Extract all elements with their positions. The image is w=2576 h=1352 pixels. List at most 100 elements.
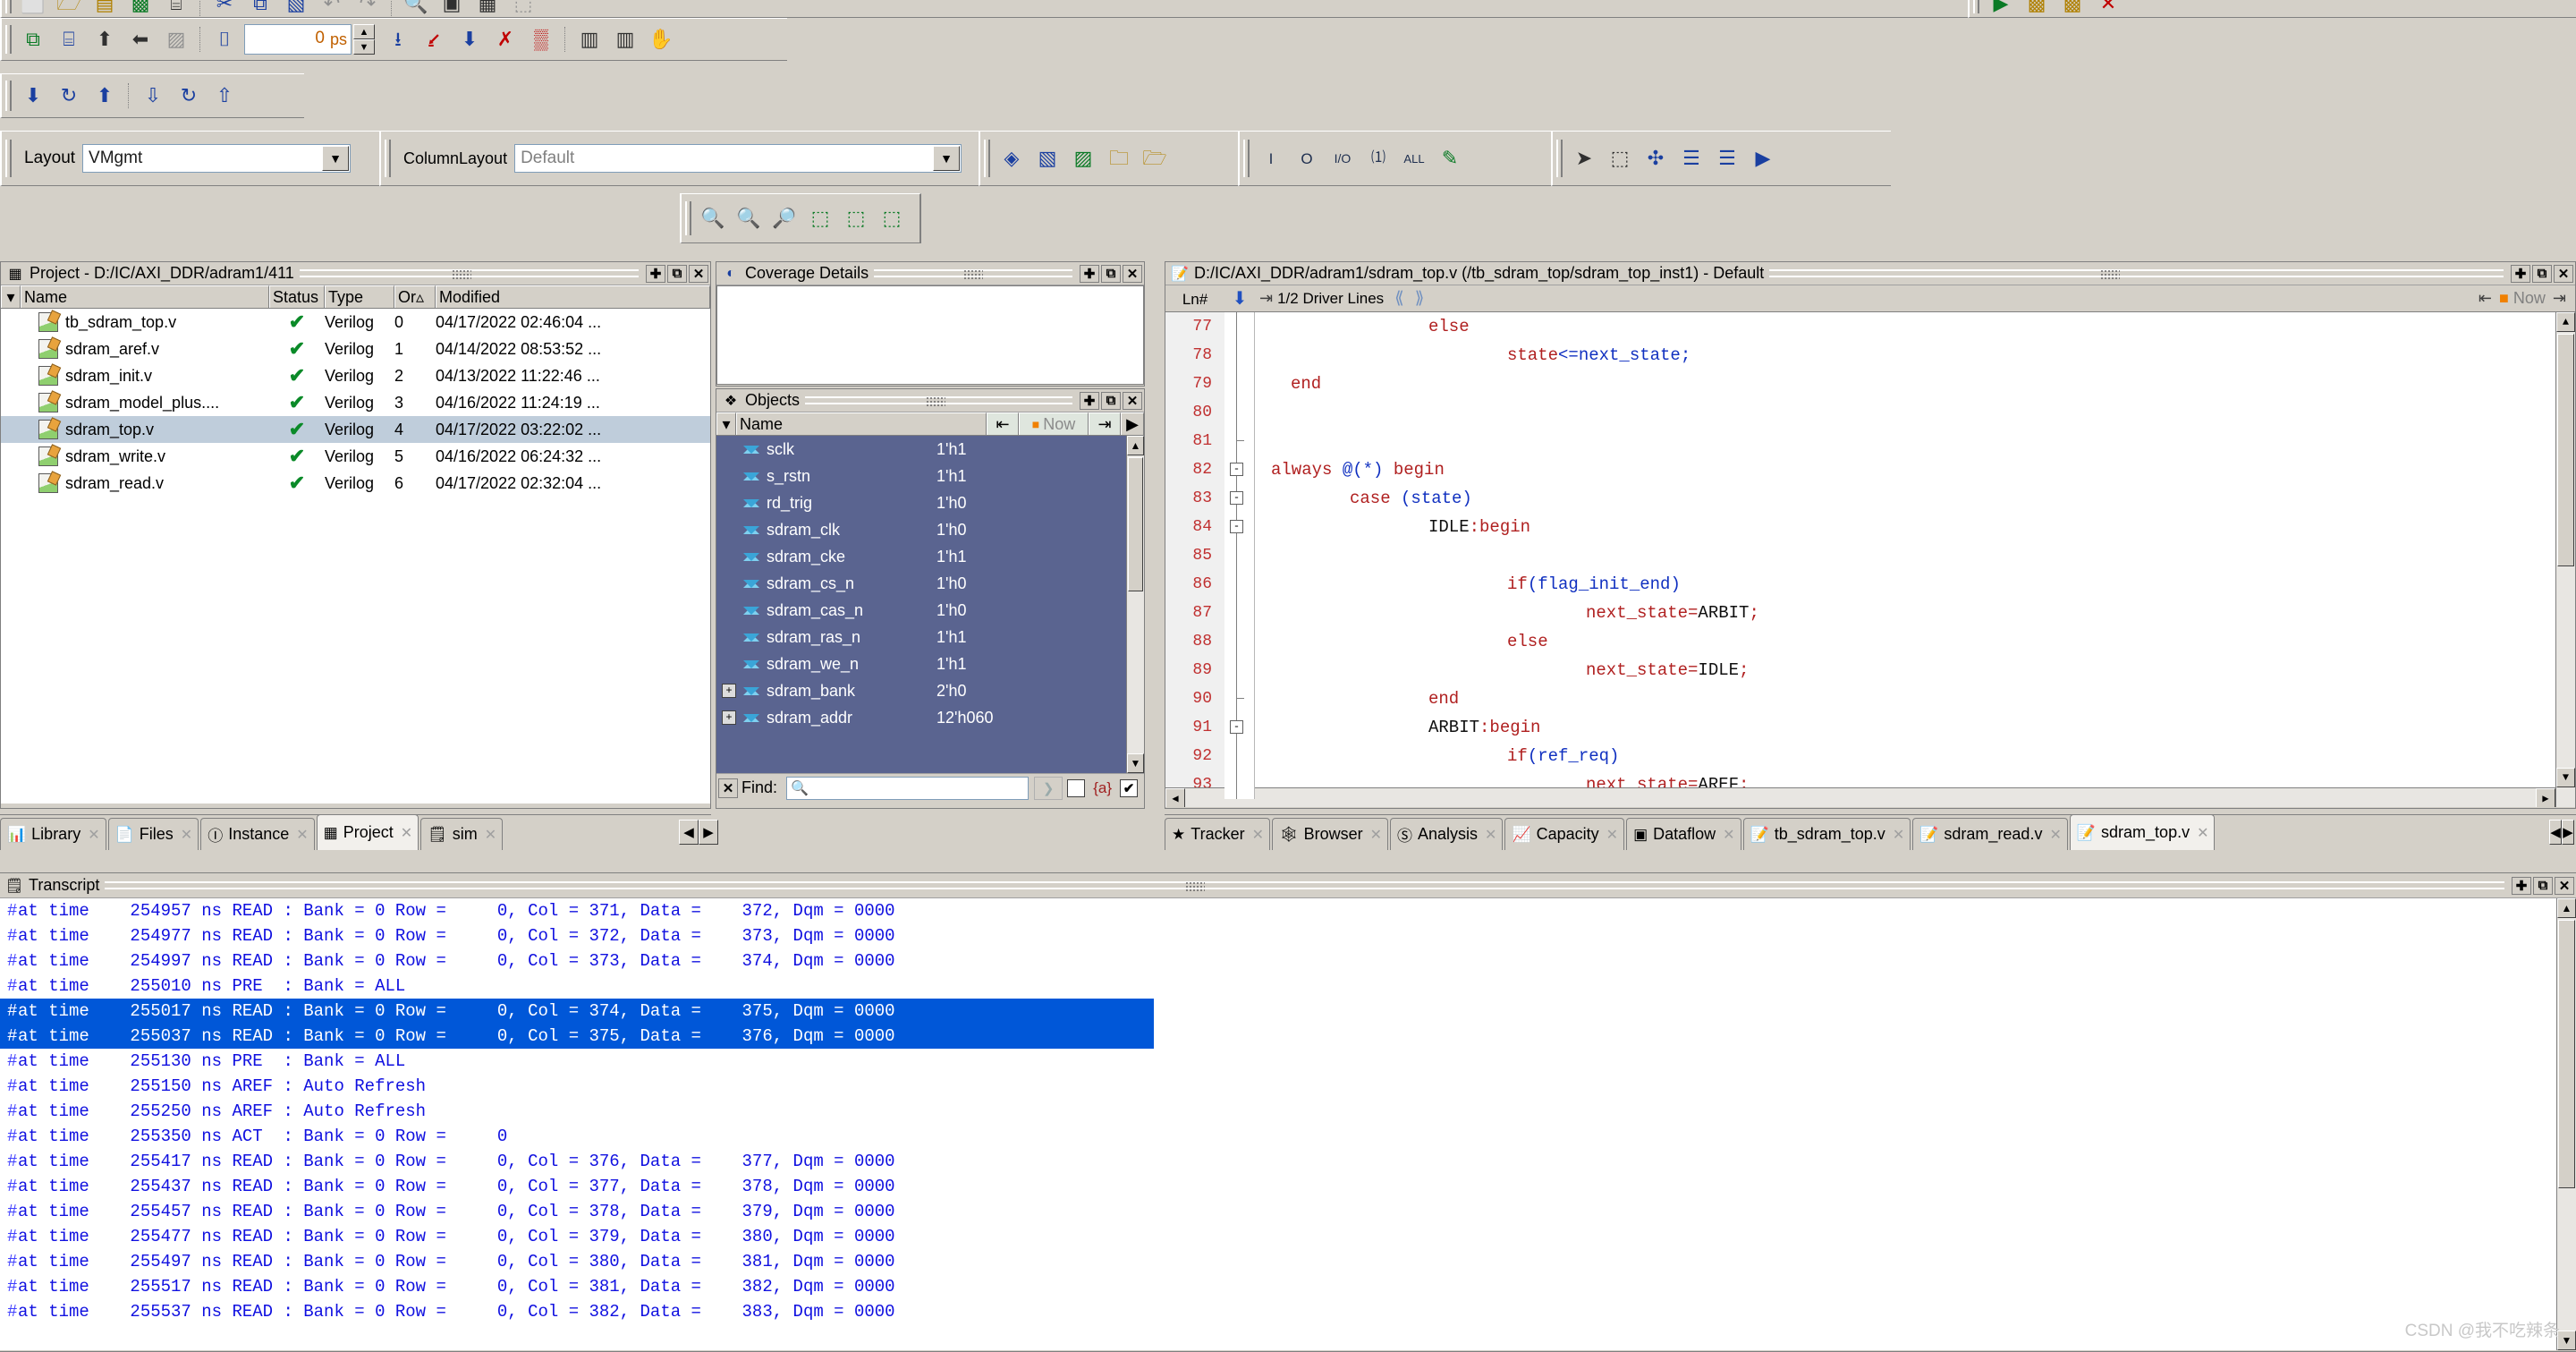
tab-tracker[interactable]: ★ Tracker ✕ xyxy=(1165,818,1270,850)
list-item[interactable]: s_rstn 1'h1 xyxy=(716,463,1144,489)
tab-dataflow[interactable]: ▣ Dataflow ✕ xyxy=(1626,818,1741,850)
fold-gutter[interactable] xyxy=(1224,341,1255,370)
source-vertical-scrollbar[interactable]: ▲ ▼ xyxy=(2555,312,2575,807)
align-left-icon[interactable]: ☰ xyxy=(1674,141,1708,175)
fold-gutter[interactable] xyxy=(1224,541,1255,570)
filter-icon[interactable]: ▾ xyxy=(1,285,21,308)
memory-icon[interactable]: ▥ xyxy=(608,22,642,56)
fold-gutter[interactable]: - xyxy=(1224,484,1255,513)
list-item[interactable]: rd_trig 1'h0 xyxy=(716,489,1144,516)
cursor-time-stepper[interactable]: ▲ ▼ xyxy=(353,24,375,55)
expand-all-icon[interactable]: ✣ xyxy=(1639,141,1673,175)
panel-dock-button[interactable]: ✚ xyxy=(1080,391,1099,410)
insert-cursor-icon[interactable]: ⌸ xyxy=(52,22,86,56)
transcript-line[interactable]: # at time 255497 ns READ : Bank = 0 Row =… xyxy=(0,1249,2576,1274)
toolbar-grip[interactable] xyxy=(385,140,391,177)
tab-scroll-left-icon[interactable]: ◀ xyxy=(2549,820,2562,845)
source-line[interactable]: 77 else xyxy=(1165,312,2575,341)
scroll-right-icon[interactable]: ▶ xyxy=(2536,788,2555,807)
table-row[interactable]: sdram_aref.v ✔ Verilog 1 04/14/2022 08:53:52… xyxy=(1,336,710,362)
scrollbar-thumb[interactable] xyxy=(2557,334,2574,566)
toolbar-grip[interactable] xyxy=(685,201,691,235)
panel-close-button[interactable]: ✕ xyxy=(2555,876,2574,895)
layout-combo[interactable]: VMgmt ▼ xyxy=(82,144,352,173)
fold-gutter[interactable] xyxy=(1224,427,1255,455)
panel-undock-button[interactable]: ⧉ xyxy=(1101,264,1121,283)
toolbar-grip[interactable] xyxy=(5,24,12,55)
link-objects-icon[interactable]: ⧉ xyxy=(16,22,50,56)
folder-open-icon[interactable]: 🗁 xyxy=(1138,141,1172,175)
list-item[interactable]: + sdram_bank 2'h0 xyxy=(716,677,1144,704)
source-now-label[interactable]: ■ Now xyxy=(2499,289,2546,308)
panel-close-button[interactable]: ✕ xyxy=(1123,264,1142,283)
scroll-up-icon[interactable]: ▲ xyxy=(2556,312,2575,332)
panel-drag-handle[interactable] xyxy=(299,269,639,280)
transcript-line[interactable]: # at time 255537 ns READ : Bank = 0 Row =… xyxy=(0,1299,2576,1324)
tab-close-icon[interactable]: ✕ xyxy=(2197,824,2208,842)
expand-down-icon[interactable]: ⭳ xyxy=(381,22,415,56)
panel-dock-button[interactable]: ✚ xyxy=(646,264,665,283)
panel-drag-handle[interactable] xyxy=(105,881,2504,892)
signal-add-icon[interactable]: ◈ xyxy=(995,141,1029,175)
panel-close-button[interactable]: ✕ xyxy=(2554,264,2573,283)
transcript-output[interactable]: ▲ ▼ # at time 254957 ns READ : Bank = 0 R… xyxy=(0,898,2576,1350)
panel-drag-handle[interactable] xyxy=(1769,269,2504,280)
tab-close-icon[interactable]: ✕ xyxy=(181,826,192,844)
fold-gutter[interactable] xyxy=(1224,312,1255,341)
select-mode-icon[interactable]: ➤ xyxy=(1567,141,1601,175)
find-input[interactable]: 🔍 xyxy=(786,776,1030,800)
transcript-line[interactable]: # at time 255477 ns READ : Bank = 0 Row =… xyxy=(0,1224,2576,1249)
run-continue-icon[interactable]: ↻ xyxy=(172,79,206,113)
stepper-up-icon[interactable]: ▲ xyxy=(353,24,375,39)
wave-play-icon[interactable]: ▶ xyxy=(1746,141,1780,175)
bookmark-icon[interactable]: ⬇ xyxy=(1224,287,1255,310)
toolbar-grip[interactable] xyxy=(1243,140,1250,177)
transcript-line[interactable]: # at time 255350 ns ACT : Bank = 0 Row = … xyxy=(0,1124,2576,1149)
table-row[interactable]: sdram_write.v ✔ Verilog 5 04/16/2022 06:24:3… xyxy=(1,443,710,470)
tab-tb-sdram-top-v[interactable]: 📝 tb_sdram_top.v ✕ xyxy=(1742,818,1911,850)
run-all-icon[interactable]: ⇧ xyxy=(208,79,242,113)
fold-collapse-icon[interactable]: - xyxy=(1230,720,1243,734)
goto-next-transition-icon[interactable]: ⇥ xyxy=(1089,412,1121,435)
source-horizontal-scrollbar[interactable]: ◀ ▶ xyxy=(1165,787,2555,807)
zoom-in-icon[interactable]: 🔍 xyxy=(696,201,730,235)
cursor-time-value[interactable]: 0 xyxy=(245,25,330,54)
columnlayout-combo-value[interactable]: Default xyxy=(515,145,932,172)
find-previous-icon[interactable]: ⬆ xyxy=(88,22,122,56)
combine-icon[interactable]: ▨ xyxy=(1066,141,1100,175)
panel-dock-button[interactable]: ✚ xyxy=(1080,264,1099,283)
tab-close-icon[interactable]: ✕ xyxy=(1485,826,1496,844)
source-line[interactable]: 85 xyxy=(1165,541,2575,570)
tab-files[interactable]: 📄 Files ✕ xyxy=(107,818,199,850)
scroll-up-icon[interactable]: ▲ xyxy=(2557,898,2576,918)
source-line[interactable]: 82- always @(*) begin xyxy=(1165,455,2575,484)
tab-instance[interactable]: Ⓘ Instance ✕ xyxy=(200,818,315,850)
step-into-icon[interactable]: ⬇ xyxy=(16,79,50,113)
panel-dock-button[interactable]: ✚ xyxy=(2511,264,2530,283)
scrollbar-thumb[interactable] xyxy=(2558,920,2575,1188)
panel-undock-button[interactable]: ⧉ xyxy=(667,264,687,283)
run-icon[interactable]: ⇩ xyxy=(136,79,170,113)
fold-gutter[interactable] xyxy=(1224,370,1255,398)
chevron-down-icon[interactable]: ▼ xyxy=(933,146,961,171)
list-item[interactable]: sdram_cke 1'h1 xyxy=(716,543,1144,570)
radix-hex-icon[interactable]: I/O xyxy=(1326,141,1360,175)
wave-zoom-icon[interactable]: ▨ xyxy=(159,22,193,56)
toolbar-grip[interactable] xyxy=(5,140,12,177)
transcript-line[interactable]: # at time 255017 ns READ : Bank = 0 Row =… xyxy=(0,999,1154,1024)
goto-prev-transition-icon[interactable]: ⇤ xyxy=(987,412,1019,435)
scroll-up-icon[interactable]: ▲ xyxy=(1127,436,1144,455)
source-line[interactable]: 81 xyxy=(1165,427,2575,455)
panel-drag-handle[interactable] xyxy=(874,269,1072,280)
source-line[interactable]: 88 else xyxy=(1165,627,2575,656)
fold-gutter[interactable] xyxy=(1224,770,1255,799)
list-item[interactable]: sdram_ras_n 1'h1 xyxy=(716,624,1144,650)
tab-library[interactable]: 📊 Library ✕ xyxy=(0,818,106,850)
list-item[interactable]: sdram_cas_n 1'h0 xyxy=(716,597,1144,624)
fold-gutter[interactable] xyxy=(1224,627,1255,656)
profile-icon[interactable]: ▥ xyxy=(572,22,606,56)
zoom-out-icon[interactable]: 🔍 xyxy=(732,201,766,235)
right-tab-strip[interactable]: ★ Tracker ✕ 🕸 Browser ✕ Ⓢ Analysis ✕ 📈 Capacity ✕ ▣ D… xyxy=(1165,814,2576,850)
source-line[interactable]: 83- case (state) xyxy=(1165,484,2575,513)
toolbar-grip[interactable] xyxy=(1973,0,1979,13)
